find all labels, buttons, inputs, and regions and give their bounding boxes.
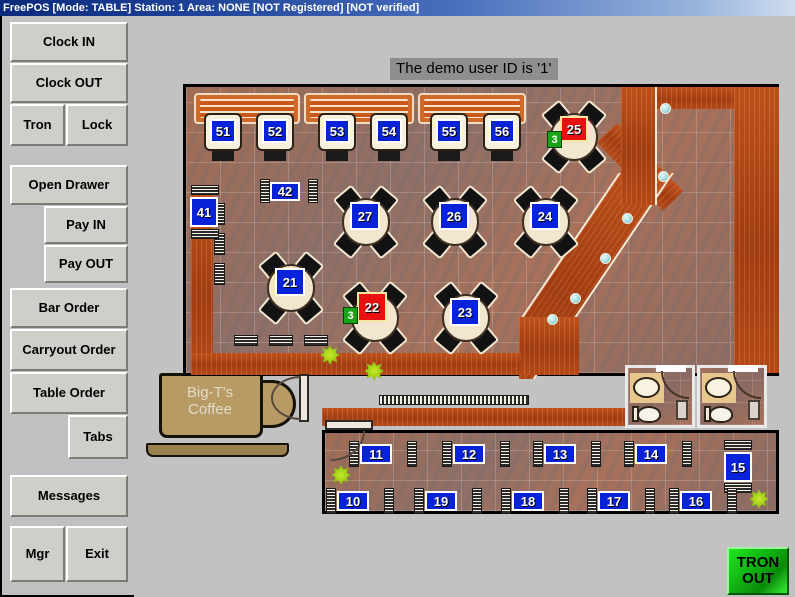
exit-button[interactable]: Exit xyxy=(66,526,128,582)
table-25-guest-count: 3 xyxy=(547,131,562,148)
table-15[interactable]: 15 xyxy=(724,452,752,482)
table-54[interactable]: 54 xyxy=(376,119,402,143)
bar-stool[interactable] xyxy=(658,171,669,182)
table-22[interactable]: 22 xyxy=(357,292,387,322)
restroom-1 xyxy=(625,365,695,428)
stall-divider xyxy=(676,400,688,420)
carryout-order-button[interactable]: Carryout Order xyxy=(10,329,128,371)
table-51[interactable]: 51 xyxy=(210,119,236,143)
table-56[interactable]: 56 xyxy=(489,119,515,143)
bar-counter-lower-left xyxy=(519,317,579,375)
tabs-button[interactable]: Tabs xyxy=(68,415,128,459)
toilet-icon xyxy=(709,406,733,423)
table-18[interactable]: 18 xyxy=(512,491,544,511)
dining-room-lower: 11 12 13 14 15 10 19 18 17 16 xyxy=(322,430,779,514)
tron-button[interactable]: Tron xyxy=(10,104,65,146)
bar-stool[interactable] xyxy=(570,293,581,304)
messages-button[interactable]: Messages xyxy=(10,475,128,517)
table-41[interactable]: 41 xyxy=(190,197,218,227)
bar-counter-upper xyxy=(621,87,657,205)
dining-room-main: 51 52 53 54 55 56 25 3 41 42 27 26 24 21… xyxy=(183,84,779,379)
door-swing-arc xyxy=(661,371,689,399)
table-10[interactable]: 10 xyxy=(337,491,369,511)
toilet-icon xyxy=(637,406,661,423)
table-16[interactable]: 16 xyxy=(680,491,712,511)
sink-icon xyxy=(633,377,660,398)
clock-out-button[interactable]: Clock OUT xyxy=(10,63,128,103)
bar-stool[interactable] xyxy=(622,213,633,224)
table-17[interactable]: 17 xyxy=(598,491,630,511)
floor-plan-panel: The demo user ID is '1' Big-T's Coffee 5… xyxy=(134,16,795,597)
table-22-guest-count: 3 xyxy=(343,307,358,324)
stall-divider xyxy=(748,400,760,420)
table-55[interactable]: 55 xyxy=(436,119,462,143)
side-bar-counter-horizontal xyxy=(191,353,521,375)
table-27[interactable]: 27 xyxy=(350,202,380,230)
bar-order-button[interactable]: Bar Order xyxy=(10,288,128,328)
window-title-text: FreePOS [Mode: TABLE] Station: 1 Area: N… xyxy=(3,2,420,14)
restroom-2 xyxy=(697,365,767,428)
mgr-button[interactable]: Mgr xyxy=(10,526,65,582)
entry-door-bottom xyxy=(325,420,373,430)
table-12[interactable]: 12 xyxy=(453,444,485,464)
window-title-bar: FreePOS [Mode: TABLE] Station: 1 Area: N… xyxy=(0,0,795,16)
door-swing-arc xyxy=(271,398,301,420)
table-26[interactable]: 26 xyxy=(439,202,469,230)
bar-stool[interactable] xyxy=(600,253,611,264)
table-23[interactable]: 23 xyxy=(450,298,480,326)
table-52[interactable]: 52 xyxy=(262,119,288,143)
bar-counter-right xyxy=(734,87,779,373)
plant-icon xyxy=(331,465,351,485)
bar-stool[interactable] xyxy=(660,103,671,114)
plant-icon xyxy=(749,489,769,509)
tron-out-button[interactable]: TRON OUT xyxy=(727,547,789,595)
door-swing-arc xyxy=(733,371,761,399)
pay-in-button[interactable]: Pay IN xyxy=(44,206,128,244)
table-42[interactable]: 42 xyxy=(270,182,300,201)
plant-icon xyxy=(364,361,384,381)
lock-button[interactable]: Lock xyxy=(66,104,128,146)
table-24[interactable]: 24 xyxy=(530,202,560,230)
clock-in-button[interactable]: Clock IN xyxy=(10,22,128,62)
sink-icon xyxy=(705,377,732,398)
table-21[interactable]: 21 xyxy=(275,268,305,296)
open-drawer-button[interactable]: Open Drawer xyxy=(10,165,128,205)
table-11[interactable]: 11 xyxy=(360,444,392,464)
table-order-button[interactable]: Table Order xyxy=(10,372,128,414)
table-25[interactable]: 25 xyxy=(560,116,588,142)
plant-icon xyxy=(320,345,340,365)
counter-seats xyxy=(379,395,529,405)
table-14[interactable]: 14 xyxy=(635,444,667,464)
table-13[interactable]: 13 xyxy=(544,444,576,464)
pay-out-button[interactable]: Pay OUT xyxy=(44,245,128,283)
floor-plan: 51 52 53 54 55 56 25 3 41 42 27 26 24 21… xyxy=(183,84,779,514)
table-53[interactable]: 53 xyxy=(324,119,350,143)
demo-user-banner: The demo user ID is '1' xyxy=(390,58,558,80)
tron-out-line-1: TRON xyxy=(736,554,780,572)
table-19[interactable]: 19 xyxy=(425,491,457,511)
door-swing-arc xyxy=(271,376,301,398)
left-toolbar: Clock IN Clock OUT Tron Lock Open Drawer… xyxy=(0,16,134,597)
bar-stool[interactable] xyxy=(547,314,558,325)
tron-out-line-2: OUT xyxy=(742,570,774,587)
